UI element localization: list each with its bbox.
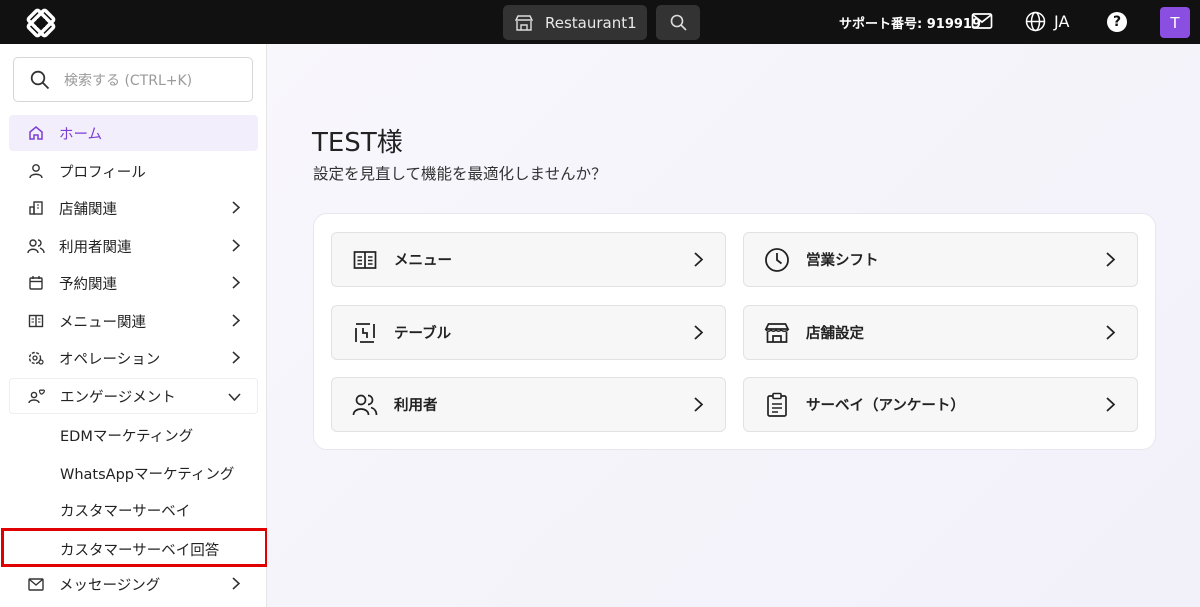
help-icon[interactable]: ? — [1107, 12, 1127, 32]
chevron-right-icon — [232, 201, 240, 214]
sidebar-item-label: メニュー関連 — [59, 314, 146, 331]
chevron-right-icon — [694, 325, 703, 340]
chevron-right-icon — [232, 276, 240, 289]
store-icon — [764, 320, 790, 346]
support-number: サポート番号: 919919 — [839, 17, 981, 32]
settings-card: メニュー 営業シフト テーブル 店舗設定 利用者 サーベイ（アンケート） — [313, 213, 1156, 450]
users-icon — [352, 392, 378, 418]
page-title: TEST様 — [312, 128, 403, 158]
globe-icon — [1025, 11, 1046, 32]
users-icon — [27, 237, 45, 255]
tile-menu[interactable]: メニュー — [331, 232, 726, 287]
calendar-icon — [27, 274, 45, 292]
mail-icon[interactable] — [971, 12, 993, 30]
sidebar-item-engagement[interactable]: エンゲージメント — [9, 378, 258, 414]
sidebar-item-users[interactable]: 利用者関連 — [9, 228, 258, 264]
language-selector[interactable]: JA — [1025, 11, 1069, 32]
menu-book-icon — [27, 312, 45, 330]
chevron-right-icon — [232, 351, 240, 364]
store-selector-button[interactable]: Restaurant1 — [503, 5, 647, 40]
menu-book-icon — [352, 247, 378, 273]
language-label: JA — [1054, 12, 1070, 31]
sidebar-search-input[interactable]: 検索する (CTRL+K) — [13, 57, 253, 102]
sidebar-item-messaging[interactable]: メッセージング — [9, 566, 258, 602]
sidebar-subitem-survey[interactable]: カスタマーサーベイ — [60, 500, 190, 521]
global-search-button[interactable] — [656, 5, 700, 40]
sidebar-item-label: メッセージング — [59, 577, 161, 594]
tile-survey[interactable]: サーベイ（アンケート） — [743, 377, 1138, 432]
clipboard-icon — [764, 392, 790, 418]
sidebar-item-home[interactable]: ホーム — [9, 115, 258, 151]
page-subtitle: 設定を見直して機能を最適化しませんか？ — [313, 165, 607, 183]
chevron-right-icon — [1106, 252, 1115, 267]
store-name: Restaurant1 — [545, 13, 637, 32]
highlight-box — [1, 528, 268, 567]
tile-label: メニュー — [394, 253, 452, 269]
user-icon — [27, 162, 45, 180]
sidebar-item-label: 店舗関連 — [59, 201, 117, 218]
sidebar-item-label: プロフィール — [59, 164, 146, 181]
main-content: TEST様 設定を見直して機能を最適化しませんか？ メニュー 営業シフト テーブ… — [267, 44, 1200, 607]
tile-label: 店舗設定 — [806, 326, 864, 342]
tile-business-hours[interactable]: 営業シフト — [743, 232, 1138, 287]
sidebar-item-reservations[interactable]: 予約関連 — [9, 265, 258, 301]
sidebar-item-label: 予約関連 — [59, 276, 117, 293]
chevron-right-icon — [694, 252, 703, 267]
sidebar-item-store[interactable]: 店舗関連 — [9, 190, 258, 226]
table-icon — [352, 320, 378, 346]
sidebar-item-profile[interactable]: プロフィール — [9, 153, 258, 189]
sidebar-item-label: 利用者関連 — [59, 239, 132, 256]
tile-label: 利用者 — [394, 398, 438, 414]
tile-label: サーベイ（アンケート） — [806, 398, 965, 414]
tile-label: 営業シフト — [806, 253, 879, 269]
sidebar-item-label: オペレーション — [59, 351, 161, 368]
home-icon — [27, 124, 45, 142]
chevron-right-icon — [694, 397, 703, 412]
store-icon — [515, 14, 533, 31]
clock-icon — [764, 247, 790, 273]
chevron-right-icon — [232, 314, 240, 327]
search-placeholder: 検索する (CTRL+K) — [64, 72, 193, 89]
sidebar-item-menu[interactable]: メニュー関連 — [9, 303, 258, 339]
chevron-right-icon — [232, 239, 240, 252]
tile-label: テーブル — [394, 326, 452, 342]
sidebar-item-operations[interactable]: オペレーション — [9, 340, 258, 376]
gear-user-icon — [27, 349, 45, 367]
chevron-right-icon — [1106, 325, 1115, 340]
sidebar-item-label: ホーム — [59, 126, 103, 143]
top-bar: Restaurant1 サポート番号: 919919 JA ? T — [0, 0, 1200, 44]
search-icon — [670, 14, 687, 31]
chevron-right-icon — [232, 577, 240, 590]
logo-icon[interactable] — [26, 8, 56, 38]
mail-icon — [27, 575, 45, 593]
tile-users[interactable]: 利用者 — [331, 377, 726, 432]
sidebar-item-label: エンゲージメント — [60, 389, 176, 406]
sidebar-subitem-whatsapp[interactable]: WhatsAppマーケティング — [60, 463, 234, 484]
engagement-icon — [28, 387, 46, 405]
sidebar-subitem-edm[interactable]: EDMマーケティング — [60, 425, 193, 446]
sidebar: 検索する (CTRL+K) ホーム プロフィール 店舗関連 利用者関連 予約関連… — [0, 44, 267, 607]
chevron-right-icon — [1106, 397, 1115, 412]
search-icon — [30, 70, 50, 89]
tile-store-settings[interactable]: 店舗設定 — [743, 305, 1138, 360]
chevron-down-icon — [228, 393, 241, 401]
tile-tables[interactable]: テーブル — [331, 305, 726, 360]
building-icon — [27, 199, 45, 217]
avatar[interactable]: T — [1160, 7, 1190, 38]
